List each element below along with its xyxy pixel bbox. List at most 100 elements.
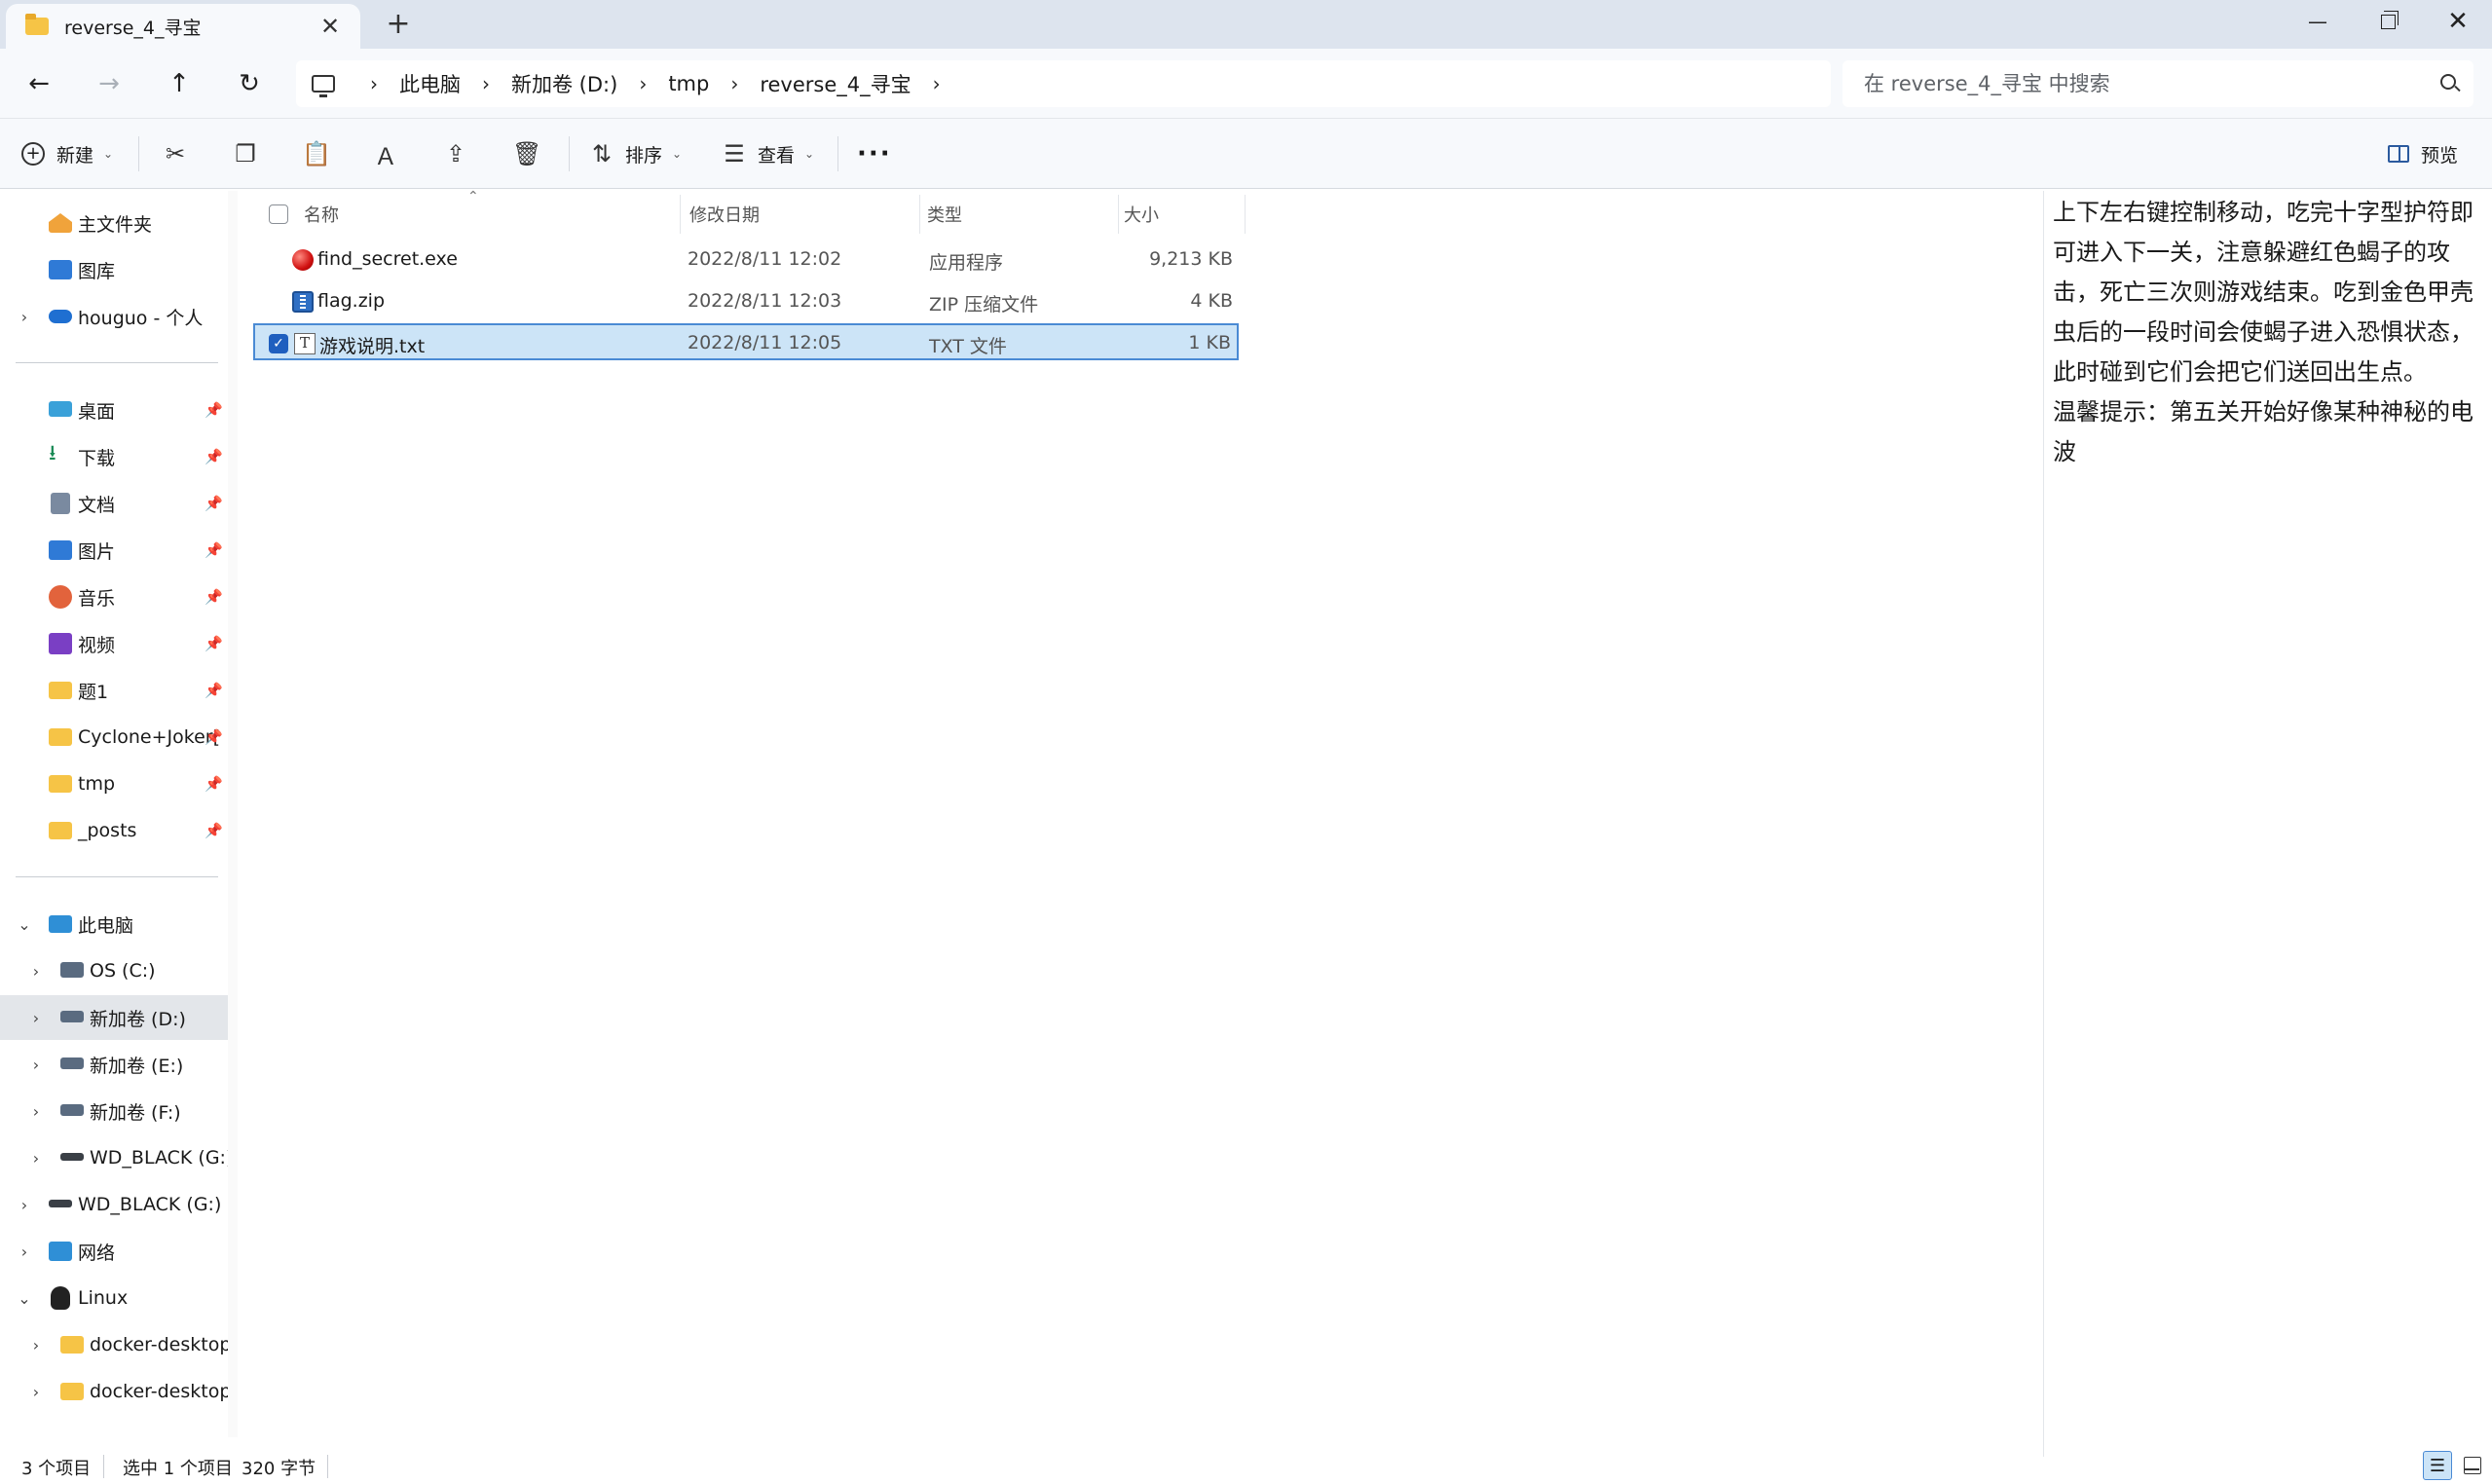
preview-text-line: 温馨提示：第五关开始好像某种神秘的电	[2053, 398, 2473, 426]
sidebar-item-docker-desktop[interactable]: › docker-desktop	[0, 1322, 228, 1367]
select-all-checkbox[interactable]	[269, 204, 288, 224]
chevron-right-icon[interactable]: ›	[27, 1009, 45, 1027]
chevron-right-icon[interactable]: ›	[27, 1149, 45, 1168]
sidebar-scrollbar[interactable]	[228, 191, 238, 1437]
delete-button[interactable]: 🗑	[512, 132, 549, 175]
chevron-right-icon[interactable]: ›	[27, 1383, 45, 1401]
breadcrumb-separator[interactable]: ›	[639, 72, 647, 95]
sidebar-item-videos[interactable]: 视频 📌	[0, 621, 228, 666]
chevron-down-icon[interactable]: ⌄	[16, 915, 33, 934]
sidebar-divider	[16, 876, 218, 877]
chevron-right-icon[interactable]: ›	[27, 1056, 45, 1074]
share-button[interactable]: ⇪	[442, 132, 479, 175]
sidebar-item-label: 主文件夹	[78, 213, 153, 236]
column-divider[interactable]	[919, 195, 920, 234]
documents-icon	[51, 493, 70, 514]
more-options-button[interactable]: ···	[857, 132, 892, 175]
forward-button[interactable]: →	[90, 64, 129, 103]
column-divider[interactable]	[1118, 195, 1119, 234]
preview-pane-divider[interactable]	[2043, 191, 2044, 1457]
view-button[interactable]: ☰ 查看 ⌄	[721, 132, 814, 175]
sidebar-item-gallery[interactable]: 图库	[0, 247, 228, 292]
new-tab-button[interactable]: +	[382, 8, 415, 41]
tiles-view-button[interactable]	[2458, 1451, 2487, 1480]
breadcrumb-separator[interactable]: ›	[933, 72, 941, 95]
minimize-button[interactable]: —	[2283, 0, 2353, 43]
file-row[interactable]: flag.zip 2022/8/11 12:03 ZIP 压缩文件 4 KB	[253, 283, 1239, 320]
chevron-right-icon[interactable]: ›	[27, 1102, 45, 1121]
sidebar-item-posts[interactable]: _posts 📌	[0, 808, 228, 853]
search-box[interactable]	[1842, 60, 2473, 107]
cut-button[interactable]: ✂	[162, 132, 199, 175]
download-icon: ⭳	[49, 441, 56, 465]
file-row[interactable]: ✓ T 游戏说明.txt 2022/8/11 12:05 TXT 文件 1 KB	[253, 323, 1239, 360]
drive-icon	[60, 1057, 84, 1069]
breadcrumb-separator[interactable]: ›	[482, 72, 490, 95]
sidebar-item-network[interactable]: › 网络	[0, 1229, 228, 1274]
breadcrumb-reverse-4[interactable]: reverse_4_寻宝	[760, 69, 911, 98]
sidebar-item-pictures[interactable]: 图片 📌	[0, 528, 228, 573]
chevron-right-icon[interactable]: ›	[27, 962, 45, 981]
command-separator	[138, 136, 139, 171]
chevron-down-icon[interactable]: ⌄	[16, 1289, 33, 1308]
preview-text-line: 上下左右键控制移动，吃完十字型护符即	[2053, 199, 2473, 226]
column-header-name[interactable]: 名称	[304, 197, 339, 232]
sidebar-item-documents[interactable]: 文档 📌	[0, 481, 228, 526]
column-header-type[interactable]: 类型	[927, 197, 962, 232]
music-icon	[49, 585, 72, 609]
close-button[interactable]: ✕	[2423, 0, 2492, 43]
up-button[interactable]: ↑	[160, 64, 199, 103]
preview-pane-button[interactable]: 预览	[2388, 132, 2458, 175]
file-row[interactable]: find_secret.exe 2022/8/11 12:02 应用程序 9,2…	[253, 241, 1239, 278]
sidebar-item-this-pc[interactable]: ⌄ 此电脑	[0, 902, 228, 946]
column-divider[interactable]	[680, 195, 681, 234]
zip-icon	[292, 291, 314, 313]
back-button[interactable]: ←	[19, 64, 58, 103]
copy-button[interactable]: ❐	[232, 132, 269, 175]
sidebar-item-home[interactable]: 主文件夹	[0, 201, 228, 245]
breadcrumb-drive-d[interactable]: 新加卷 (D:)	[511, 69, 617, 98]
sidebar-item-cyclone[interactable]: Cyclone+Joker[ 📌	[0, 715, 228, 760]
sidebar-item-linux[interactable]: ⌄ Linux	[0, 1276, 228, 1320]
rename-button[interactable]: Ａ	[372, 132, 409, 175]
sidebar-item-drive-f[interactable]: › 新加卷 (F:)	[0, 1089, 228, 1133]
sidebar-item-folder-1[interactable]: 题1 📌	[0, 668, 228, 713]
sidebar-item-desktop[interactable]: 桌面 📌	[0, 388, 228, 432]
chevron-right-icon[interactable]: ›	[16, 308, 33, 326]
column-header-date[interactable]: 修改日期	[689, 197, 760, 232]
refresh-button[interactable]: ↻	[230, 64, 269, 103]
column-divider[interactable]	[1245, 195, 1246, 234]
paste-button[interactable]: 📋	[302, 132, 339, 175]
chevron-right-icon[interactable]: ›	[16, 1243, 33, 1261]
sidebar-item-drive-e[interactable]: › 新加卷 (E:)	[0, 1042, 228, 1087]
tab-reverse-4[interactable]: reverse_4_寻宝 ✕	[6, 4, 360, 49]
details-view-button[interactable]: ☰	[2423, 1451, 2452, 1480]
sidebar-item-drive-g[interactable]: › WD_BLACK (G:)	[0, 1135, 228, 1180]
sort-button[interactable]: ⇅ 排序 ⌄	[588, 132, 682, 175]
tab-close-icon[interactable]: ✕	[317, 14, 343, 39]
chevron-right-icon[interactable]: ›	[27, 1336, 45, 1354]
row-checkbox[interactable]: ✓	[269, 334, 288, 353]
sidebar-item-music[interactable]: 音乐 📌	[0, 575, 228, 619]
sidebar-item-drive-c[interactable]: › OS (C:)	[0, 948, 228, 993]
sidebar-item-onedrive[interactable]: › houguo - 个人	[0, 294, 228, 339]
breadcrumb-this-pc[interactable]: 此电脑	[399, 69, 461, 98]
column-header-size[interactable]: 大小	[1124, 197, 1159, 232]
copy-icon: ❐	[235, 140, 256, 167]
new-button[interactable]: + 新建 ⌄	[21, 132, 113, 175]
sidebar-item-wd-black[interactable]: › WD_BLACK (G:)	[0, 1182, 228, 1227]
breadcrumb-separator[interactable]: ›	[730, 72, 738, 95]
pin-icon: 📌	[205, 588, 223, 606]
sidebar-item-downloads[interactable]: ⭳ 下载 📌	[0, 434, 228, 479]
sidebar-item-drive-d[interactable]: › 新加卷 (D:)	[0, 995, 228, 1040]
search-input[interactable]	[1864, 72, 2409, 95]
breadcrumb-separator[interactable]: ›	[370, 72, 378, 95]
chevron-right-icon[interactable]: ›	[16, 1196, 33, 1214]
sidebar-item-docker-desktop-data[interactable]: › docker-desktop-	[0, 1369, 228, 1414]
search-icon[interactable]	[2440, 74, 2456, 90]
sidebar-item-tmp[interactable]: tmp 📌	[0, 761, 228, 806]
restore-button[interactable]	[2353, 0, 2423, 43]
address-bar[interactable]: › 此电脑 › 新加卷 (D:) › tmp › reverse_4_寻宝 ›	[296, 60, 1831, 107]
home-icon	[49, 213, 72, 233]
breadcrumb-tmp[interactable]: tmp	[668, 72, 709, 95]
